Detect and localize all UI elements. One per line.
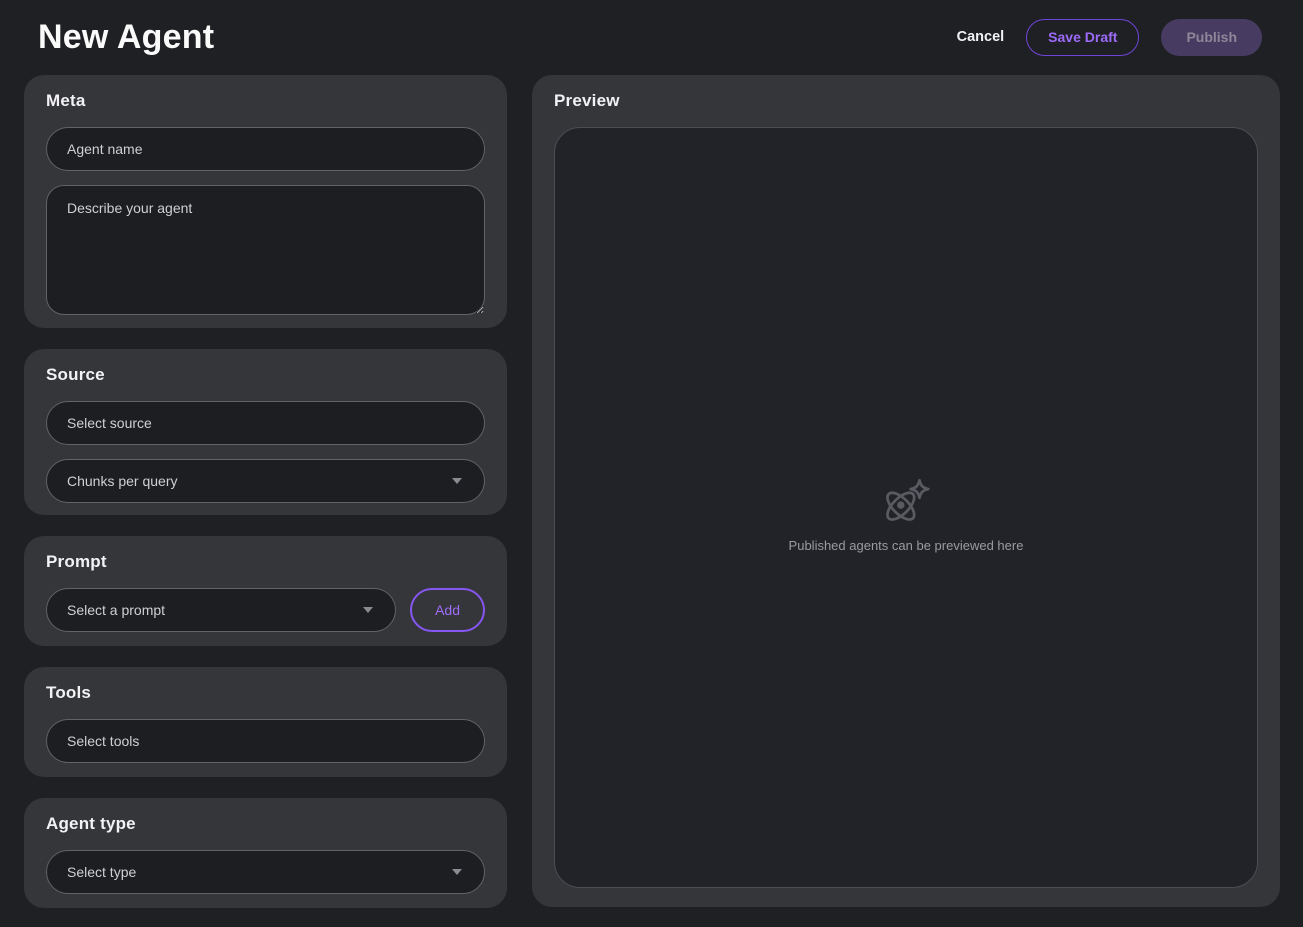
page-title: New Agent [38, 18, 214, 57]
agent-type-card: Agent type Select type [24, 798, 507, 908]
chevron-down-icon [452, 869, 462, 875]
chevron-down-icon [452, 478, 462, 484]
tools-card: Tools [24, 667, 507, 777]
select-type-select[interactable]: Select type [46, 850, 485, 894]
preview-empty-message: Published agents can be previewed here [789, 538, 1024, 553]
select-tools-input[interactable] [46, 719, 485, 763]
chevron-down-icon [363, 607, 373, 613]
prompt-section-title: Prompt [46, 552, 485, 572]
preview-section-title: Preview [554, 91, 1258, 111]
select-prompt-value: Select a prompt [67, 602, 165, 618]
chunks-per-query-select[interactable]: Chunks per query [46, 459, 485, 503]
select-source-input[interactable] [46, 401, 485, 445]
preview-empty-state: Published agents can be previewed here [789, 475, 1024, 553]
agent-description-textarea[interactable] [46, 185, 485, 315]
prompt-row: Select a prompt Add [46, 588, 485, 632]
preview-card: Preview Published agents can be previewe… [532, 75, 1280, 907]
tools-section-title: Tools [46, 683, 485, 703]
source-card: Source Chunks per query [24, 349, 507, 515]
select-prompt-select[interactable]: Select a prompt [46, 588, 396, 632]
chunks-per-query-value: Chunks per query [67, 473, 178, 489]
save-draft-button[interactable]: Save Draft [1026, 19, 1139, 56]
preview-panel: Published agents can be previewed here [554, 127, 1258, 888]
prompt-card: Prompt Select a prompt Add [24, 536, 507, 646]
add-prompt-button[interactable]: Add [410, 588, 485, 632]
agent-form-column: Meta Source Chunks per query Prompt Sele… [24, 75, 507, 901]
cancel-button[interactable]: Cancel [957, 29, 1005, 45]
topbar: New Agent Cancel Save Draft Publish [0, 0, 1303, 68]
meta-card: Meta [24, 75, 507, 328]
source-section-title: Source [46, 365, 485, 385]
agent-name-input[interactable] [46, 127, 485, 171]
topbar-actions: Cancel Save Draft Publish [957, 19, 1262, 56]
atom-sparkle-icon [879, 475, 933, 529]
main-content: Meta Source Chunks per query Prompt Sele… [0, 68, 1303, 920]
agent-type-section-title: Agent type [46, 814, 485, 834]
meta-section-title: Meta [46, 91, 485, 111]
select-type-value: Select type [67, 864, 136, 880]
publish-button[interactable]: Publish [1161, 19, 1262, 56]
